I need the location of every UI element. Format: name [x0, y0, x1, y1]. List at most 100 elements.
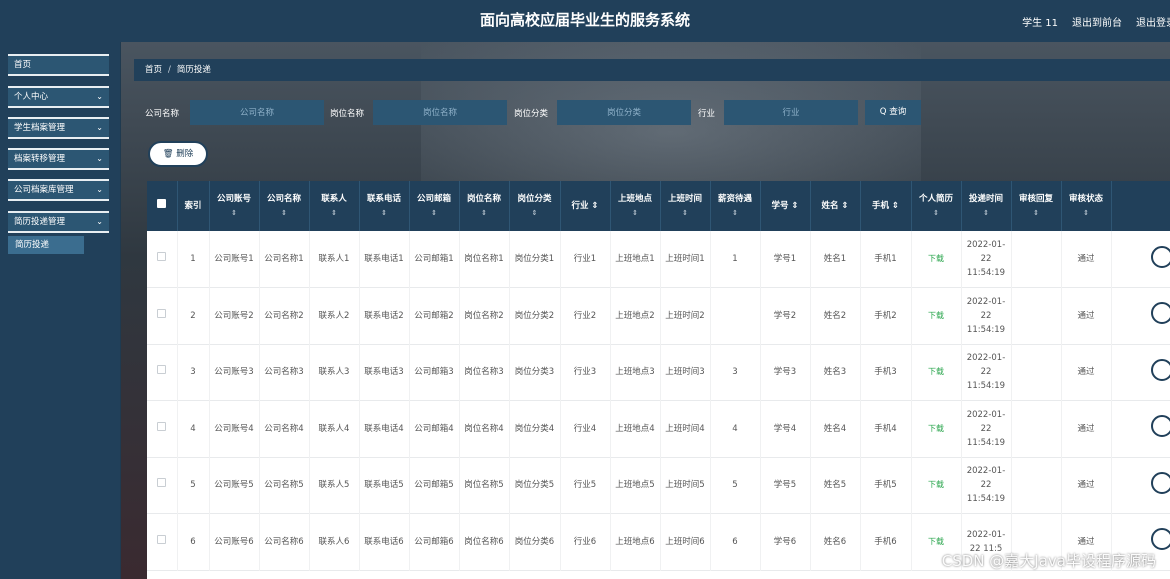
back-to-front-link[interactable]: 退出到前台	[1072, 14, 1122, 29]
table-cell-name: 公司名称1	[259, 231, 310, 288]
logout-link[interactable]: 退出登录	[1136, 14, 1170, 29]
column-header-label: 薪资待遇	[717, 194, 752, 204]
column-header[interactable]: 个人简历 ⇕	[911, 181, 962, 231]
query-button[interactable]: Q 查询	[865, 100, 921, 125]
column-header[interactable]: 岗位分类 ⇕	[509, 181, 561, 231]
table-cell-idx: 4	[177, 400, 210, 457]
table-cell-sname: 姓名5	[810, 457, 861, 514]
table-cell-place: 上班地点4	[610, 400, 661, 457]
column-header-label: 行业 ⇕	[571, 201, 599, 211]
table-cell-phone: 联系电话3	[359, 344, 410, 401]
row-checkbox[interactable]	[157, 365, 167, 375]
sort-icon[interactable]: ⇕	[462, 206, 507, 220]
table-cell-salary: 6	[710, 513, 761, 570]
company-name-input[interactable]	[190, 100, 324, 125]
table-row: 5 公司账号5 公司名称5 联系人5 联系电话5 公司邮箱5 岗位名称5 岗位分类5 行业5 上班…	[147, 457, 1170, 514]
table-cell-contact: 联系人5	[309, 457, 360, 514]
column-header[interactable]: 公司名称 ⇕	[259, 181, 310, 231]
post-category-input[interactable]	[557, 100, 691, 125]
column-header[interactable]: 公司邮箱 ⇕	[409, 181, 460, 231]
table-cell-cat: 岗位分类1	[509, 231, 561, 288]
download-link[interactable]: 下载	[911, 231, 962, 288]
row-checkbox[interactable]	[157, 534, 167, 544]
sort-icon[interactable]: ⇕	[412, 206, 457, 220]
table-cell-contact: 联系人2	[309, 287, 360, 344]
column-header[interactable]: 公司账号 ⇕	[209, 181, 260, 231]
sort-icon[interactable]: ⇕	[713, 206, 758, 220]
breadcrumb-home[interactable]: 首页	[145, 65, 162, 75]
table-cell-sname: 姓名1	[810, 231, 861, 288]
sort-icon[interactable]: ⇕	[212, 206, 257, 220]
select-all-checkbox[interactable]	[147, 181, 178, 231]
sidebar-subitem-resume-delivery[interactable]: 简历投递	[8, 236, 84, 254]
column-header[interactable]: 上班时间 ⇕	[660, 181, 711, 231]
table-cell-place: 上班地点2	[610, 287, 661, 344]
table-cell-sno: 学号1	[760, 231, 811, 288]
delete-button[interactable]: 🗑 删除	[148, 141, 208, 167]
sort-icon[interactable]: ⇕	[914, 206, 959, 220]
column-header[interactable]: 联系电话 ⇕	[359, 181, 410, 231]
row-action-button[interactable]	[1151, 302, 1170, 325]
table-cell-status: 通过	[1061, 457, 1112, 514]
column-header	[1111, 181, 1170, 231]
table-row: 2 公司账号2 公司名称2 联系人2 联系电话2 公司邮箱2 岗位名称2 岗位分类2 行业2 上班…	[147, 287, 1170, 344]
sidebar-item-company-archive[interactable]: 公司档案库管理 ⌄	[8, 179, 109, 201]
column-header[interactable]: 联系人 ⇕	[309, 181, 360, 231]
table-cell-acct: 公司账号2	[209, 287, 260, 344]
sort-icon[interactable]: ⇕	[1014, 206, 1059, 220]
column-header[interactable]: 审核状态 ⇕	[1061, 181, 1112, 231]
sort-icon[interactable]: ⇕	[262, 206, 307, 220]
column-header[interactable]: 上班地点 ⇕	[610, 181, 661, 231]
row-action-button[interactable]	[1151, 358, 1170, 381]
sidebar-item-student-archive[interactable]: 学生档案管理 ⌄	[8, 117, 109, 139]
table-cell-contact: 联系人3	[309, 344, 360, 401]
download-link[interactable]: 下载	[911, 344, 962, 401]
column-header[interactable]: 岗位名称 ⇕	[459, 181, 510, 231]
row-action-button[interactable]	[1151, 528, 1170, 551]
industry-input[interactable]	[724, 100, 858, 125]
table-cell-sno: 学号3	[760, 344, 811, 401]
column-header[interactable]: 审核回复 ⇕	[1011, 181, 1062, 231]
column-header: 姓名 ⇕	[810, 181, 861, 231]
sidebar-item-home[interactable]: 首页	[8, 54, 109, 76]
row-action-button[interactable]	[1151, 415, 1170, 438]
column-header-label: 联系电话	[366, 194, 401, 204]
row-actions-cell	[1111, 231, 1170, 288]
table-cell-time: 上班时间1	[660, 231, 711, 288]
row-checkbox[interactable]	[157, 421, 167, 431]
download-link[interactable]: 下载	[911, 287, 962, 344]
row-checkbox[interactable]	[157, 308, 167, 318]
table-cell-acct: 公司账号3	[209, 344, 260, 401]
row-checkbox[interactable]	[157, 478, 167, 488]
column-header-label: 个人简历	[918, 194, 953, 204]
table-cell-sname: 姓名3	[810, 344, 861, 401]
sort-icon[interactable]: ⇕	[362, 206, 407, 220]
download-link[interactable]: 下载	[911, 400, 962, 457]
row-checkbox[interactable]	[157, 252, 167, 261]
top-bar: 面向高校应届毕业生的服务系统 学生 11 退出到前台 退出登录	[0, 0, 1170, 42]
sidebar-item-archive-transfer[interactable]: 档案转移管理 ⌄	[8, 148, 109, 170]
column-header[interactable]: 投递时间 ⇕	[961, 181, 1012, 231]
table-cell-post: 岗位名称3	[459, 344, 510, 401]
table-cell-date: 2022-01-22 11:54:19	[961, 457, 1012, 514]
sort-icon[interactable]: ⇕	[613, 206, 658, 220]
column-header-label: 姓名 ⇕	[821, 201, 849, 211]
sidebar-item-personal-center[interactable]: 个人中心 ⌄	[8, 86, 109, 108]
breadcrumb: 首页 / 简历投递	[134, 59, 1170, 81]
column-header[interactable]: 薪资待遇 ⇕	[710, 181, 761, 231]
breadcrumb-current: 简历投递	[176, 65, 211, 75]
sort-icon[interactable]: ⇕	[663, 206, 708, 220]
sidebar-item-resume-delivery[interactable]: 简历投递管理 ⌄	[8, 211, 109, 233]
download-link[interactable]: 下载	[911, 457, 962, 514]
row-action-button[interactable]	[1151, 471, 1170, 494]
table-cell-place: 上班地点6	[610, 513, 661, 570]
sort-icon[interactable]: ⇕	[964, 206, 1009, 220]
table-cell-status: 通过	[1061, 400, 1112, 457]
post-name-input[interactable]	[373, 100, 507, 125]
sort-icon[interactable]: ⇕	[512, 206, 558, 220]
user-name: 学生 11	[1022, 17, 1058, 29]
row-action-button[interactable]	[1151, 245, 1170, 268]
sort-icon[interactable]: ⇕	[312, 206, 357, 220]
sort-icon[interactable]: ⇕	[1064, 206, 1109, 220]
checkbox[interactable]	[157, 199, 167, 208]
